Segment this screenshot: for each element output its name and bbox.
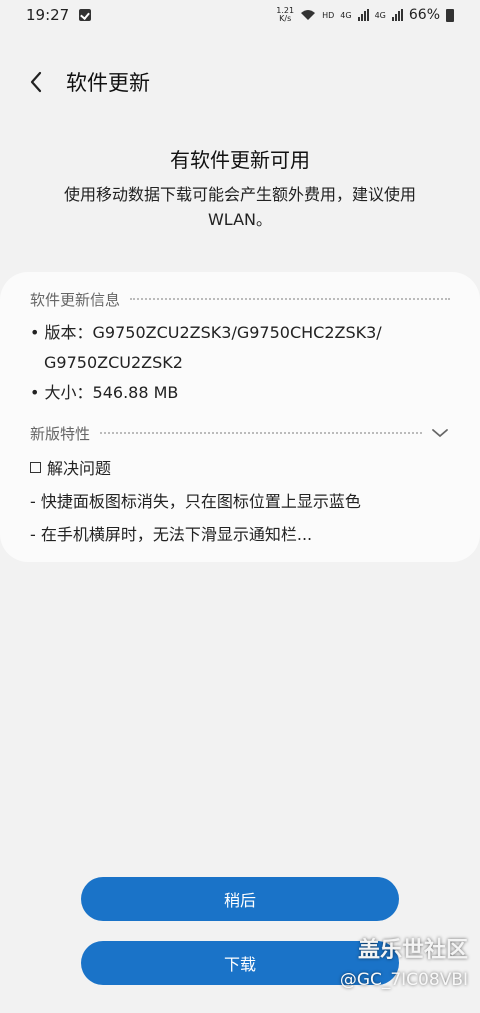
back-arrow-icon: [30, 71, 42, 93]
wifi-icon: [301, 10, 316, 20]
notification-check-icon: [79, 9, 92, 21]
hd-label: HD: [322, 10, 335, 20]
signal-icon-2: [391, 9, 403, 21]
divider: [130, 298, 450, 300]
update-details-card: 软件更新信息 • 版本：G9750ZCU2ZSK3/G9750CHC2ZSK3/…: [0, 272, 480, 562]
update-info-header: 软件更新信息: [30, 288, 450, 310]
features-title: 新版特性: [30, 424, 91, 443]
version-line-cont: G9750ZCU2ZSK2: [44, 353, 183, 372]
page-title: 软件更新: [66, 71, 150, 95]
feature-item: - 在手机横屏时，无法下滑显示通知栏...: [30, 525, 313, 544]
update-available-heading: 有软件更新可用: [170, 148, 310, 172]
version-line: • 版本：G9750ZCU2ZSK3/G9750CHC2ZSK3/: [30, 323, 382, 342]
app-bar: 软件更新: [0, 62, 480, 102]
signal-icon-1: [357, 9, 369, 21]
chevron-down-icon[interactable]: [430, 423, 450, 443]
size-line: • 大小：546.88 MB: [30, 383, 179, 402]
feature-item: 解决问题: [30, 452, 450, 485]
watermark-logo: 盖乐世社区: [357, 938, 468, 963]
divider: [100, 432, 422, 434]
status-bar: 19:27 1.21 K/s HD 4G 4G 66%: [0, 0, 480, 60]
watermark-user: @GC_7IC08VBI: [339, 970, 468, 990]
later-button[interactable]: 稍后: [81, 877, 399, 921]
battery-icon: [446, 8, 454, 22]
network-speed: 1.21 K/s: [276, 6, 295, 23]
watermark: 盖乐世社区 @GC_7IC08VBI: [340, 932, 468, 990]
mobile-data-warning: 使用移动数据下载可能会产生额外费用，建议使用 WLAN。: [63, 185, 416, 229]
square-bullet-icon: [30, 462, 41, 473]
clock: 19:27: [26, 6, 70, 24]
feature-item: - 快捷面板图标消失，只在图标位置上显示蓝色: [30, 492, 361, 511]
update-info-title: 软件更新信息: [30, 290, 121, 309]
features-header[interactable]: 新版特性: [30, 422, 450, 444]
network-type-2: 4G: [374, 10, 386, 20]
back-button[interactable]: [16, 62, 56, 102]
network-type-1: 4G: [340, 10, 352, 20]
battery-percent: 66%: [408, 7, 440, 23]
